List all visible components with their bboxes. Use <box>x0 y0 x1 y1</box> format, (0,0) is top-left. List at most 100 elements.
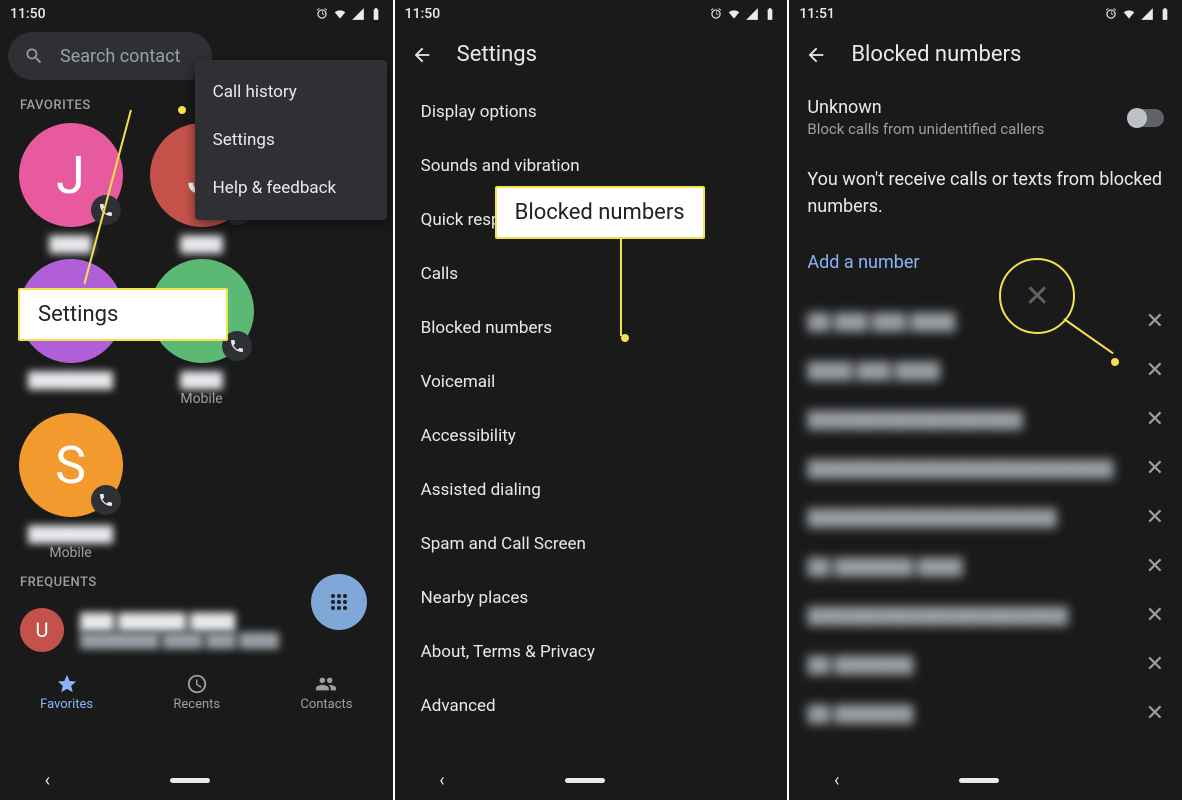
nav-back-icon[interactable]: ‹ <box>439 770 444 791</box>
signal-icon <box>351 7 365 21</box>
app-header: Settings <box>395 28 788 81</box>
page-title: Blocked numbers <box>851 42 1021 67</box>
alarm-icon <box>315 7 329 21</box>
page-title: Settings <box>457 42 537 67</box>
phone-screen-3: 11:51 Blocked numbers Unknown Block call… <box>789 0 1182 800</box>
unknown-toggle-row: Unknown Block calls from unidentified ca… <box>789 81 1182 154</box>
info-text: You won't receive calls or texts from bl… <box>789 154 1182 228</box>
nav-home-pill[interactable] <box>170 778 210 783</box>
wifi-icon <box>727 7 741 21</box>
nav-home-pill[interactable] <box>959 778 999 783</box>
settings-item-spam[interactable]: Spam and Call Screen <box>395 517 788 571</box>
blocked-row: ██ ███ ███ ████✕ <box>789 297 1182 346</box>
nav-back-icon[interactable]: ‹ <box>45 770 50 791</box>
dialpad-icon <box>327 590 351 614</box>
remove-icon[interactable]: ✕ <box>1146 309 1164 334</box>
remove-icon[interactable]: ✕ <box>1146 505 1164 530</box>
dialpad-fab[interactable] <box>311 574 367 630</box>
status-icons <box>709 7 777 21</box>
unknown-switch[interactable] <box>1128 109 1164 127</box>
callout-line <box>620 238 622 336</box>
phone-screen-2: 11:50 Settings Display options Sounds an… <box>395 0 788 800</box>
unknown-title: Unknown <box>807 97 1044 118</box>
settings-item-assisted[interactable]: Assisted dialing <box>395 463 788 517</box>
settings-item-calls[interactable]: Calls <box>395 247 788 301</box>
bottom-tabs: Favorites Recents Contacts <box>0 664 393 720</box>
phone-screen-1: 11:50 Search contact Call history Settin… <box>0 0 393 800</box>
remove-icon[interactable]: ✕ <box>1146 554 1164 579</box>
signal-icon <box>1140 7 1154 21</box>
blocked-row: ███████████████████████✕ <box>789 591 1182 640</box>
alarm-icon <box>709 7 723 21</box>
signal-icon <box>745 7 759 21</box>
back-arrow-icon[interactable] <box>805 44 827 66</box>
callout-blocked-numbers: Blocked numbers <box>495 186 705 239</box>
app-header: Blocked numbers <box>789 28 1182 81</box>
unknown-subtitle: Block calls from unidentified callers <box>807 120 1044 138</box>
wifi-icon <box>1122 7 1136 21</box>
clock: 11:50 <box>10 6 46 22</box>
settings-item-sounds[interactable]: Sounds and vibration <box>395 139 788 193</box>
remove-icon[interactable]: ✕ <box>1146 701 1164 726</box>
remove-icon[interactable]: ✕ <box>1146 358 1164 383</box>
nav-bar: ‹ <box>395 760 788 800</box>
blocked-row: ████ ███ ████✕ <box>789 346 1182 395</box>
avatar: U <box>20 608 64 652</box>
status-icons <box>315 7 383 21</box>
menu-call-history[interactable]: Call history <box>195 68 387 116</box>
battery-icon <box>1158 7 1172 21</box>
callout-dot <box>178 106 186 114</box>
clock: 11:50 <box>405 6 441 22</box>
status-bar: 11:51 <box>789 0 1182 28</box>
settings-item-about[interactable]: About, Terms & Privacy <box>395 625 788 679</box>
status-bar: 11:50 <box>395 0 788 28</box>
settings-item-advanced[interactable]: Advanced <box>395 679 788 733</box>
remove-icon[interactable]: ✕ <box>1146 456 1164 481</box>
search-box[interactable]: Search contact <box>8 32 212 80</box>
nav-bar: ‹ <box>0 760 393 800</box>
nav-back-icon[interactable]: ‹ <box>834 770 839 791</box>
nav-bar: ‹ <box>789 760 1182 800</box>
search-icon <box>24 46 44 66</box>
favorite-contact[interactable]: S ████████ Mobile <box>8 413 133 561</box>
phone-badge-icon <box>91 485 121 515</box>
blocked-row: ██████████████████████✕ <box>789 493 1182 542</box>
tab-contacts[interactable]: Contacts <box>300 673 352 712</box>
settings-list: Display options Sounds and vibration Qui… <box>395 81 788 737</box>
avatar: J <box>19 123 123 227</box>
callout-settings: Settings <box>18 288 228 341</box>
battery-icon <box>763 7 777 21</box>
remove-icon[interactable]: ✕ <box>1146 407 1164 432</box>
status-icons <box>1104 7 1172 21</box>
settings-item-nearby[interactable]: Nearby places <box>395 571 788 625</box>
back-arrow-icon[interactable] <box>411 44 433 66</box>
nav-home-pill[interactable] <box>565 778 605 783</box>
blocked-row: ██ ███████✕ <box>789 689 1182 738</box>
menu-help[interactable]: Help & feedback <box>195 164 387 212</box>
add-number-button[interactable]: Add a number <box>789 228 1182 297</box>
blocked-row: ███████████████████✕ <box>789 395 1182 444</box>
blocked-row: ██ ███████ ████✕ <box>789 542 1182 591</box>
alarm-icon <box>1104 7 1118 21</box>
favorite-contact[interactable]: J ████ <box>8 123 133 253</box>
menu-settings[interactable]: Settings <box>195 116 387 164</box>
battery-icon <box>369 7 383 21</box>
tab-recents[interactable]: Recents <box>173 673 220 712</box>
settings-item-blocked[interactable]: Blocked numbers <box>395 301 788 355</box>
remove-icon[interactable]: ✕ <box>1146 652 1164 677</box>
callout-dot <box>621 334 629 342</box>
close-icon: ✕ <box>1025 279 1050 314</box>
settings-item-accessibility[interactable]: Accessibility <box>395 409 788 463</box>
tab-favorites[interactable]: Favorites <box>40 673 93 712</box>
remove-icon[interactable]: ✕ <box>1146 603 1164 628</box>
settings-item-display[interactable]: Display options <box>395 85 788 139</box>
callout-close-circle: ✕ <box>999 258 1075 334</box>
settings-item-voicemail[interactable]: Voicemail <box>395 355 788 409</box>
blocked-row: ███████████████████████████✕ <box>789 444 1182 493</box>
blocked-row: ██ ███████✕ <box>789 640 1182 689</box>
status-bar: 11:50 <box>0 0 393 28</box>
wifi-icon <box>333 7 347 21</box>
avatar: S <box>19 413 123 517</box>
search-placeholder: Search contact <box>60 46 180 67</box>
overflow-menu: Call history Settings Help & feedback <box>195 60 387 220</box>
